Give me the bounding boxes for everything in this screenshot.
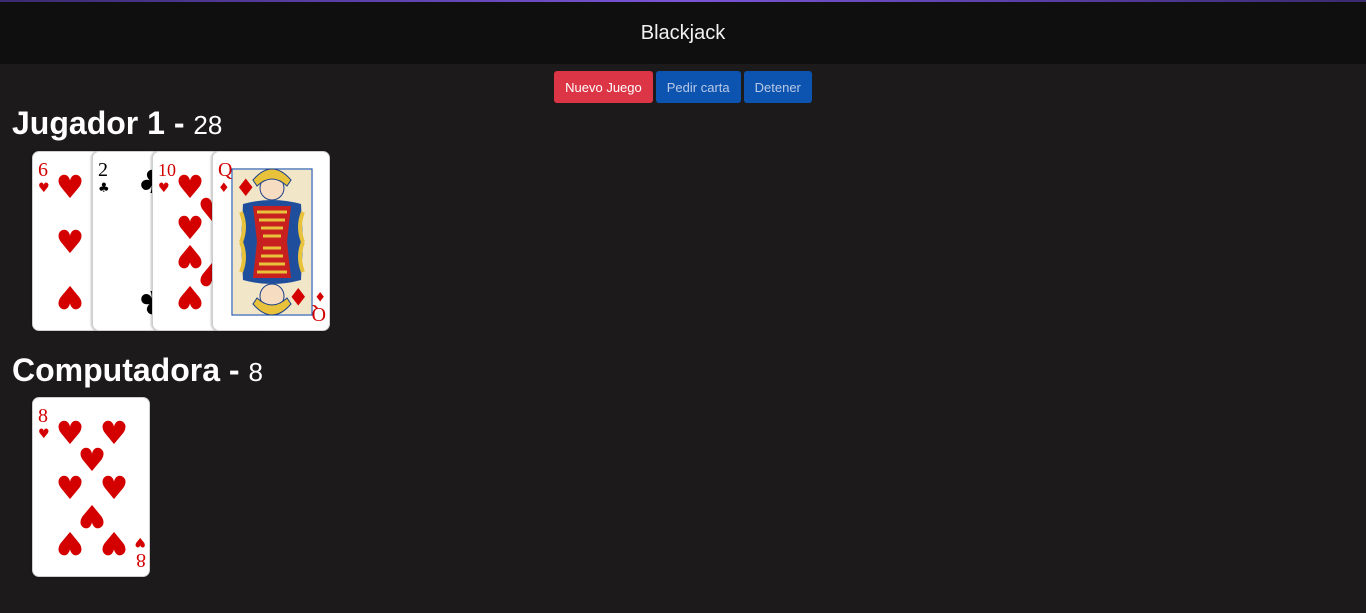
playing-card-Q-diamonds: Q ♦ Q ♦ ♦ ♦	[212, 151, 330, 331]
playing-card-8-hearts: 8 ♥ 8 ♥ ♥ ♥ ♥ ♥ ♥ ♥ ♥ ♥	[32, 397, 150, 577]
suit-icon: ♥	[38, 427, 50, 442]
suit-icon: ♥	[38, 181, 50, 196]
pip-hearts-icon: ♥	[56, 524, 85, 562]
app-header: Blackjack	[0, 2, 1366, 64]
pip-hearts-icon: ♥	[56, 278, 85, 316]
svg-text:Q: Q	[311, 303, 326, 325]
card-rank: 2	[98, 159, 108, 181]
player-separator: -	[164, 105, 194, 141]
svg-text:♦: ♦	[287, 282, 309, 310]
pip-hearts-icon: ♥	[56, 168, 85, 206]
hit-button[interactable]: Pedir carta	[655, 71, 741, 103]
svg-text:♦: ♦	[235, 174, 257, 202]
card-rank: 6	[38, 159, 48, 181]
computer-separator: -	[220, 352, 249, 388]
svg-text:♦: ♦	[314, 288, 326, 303]
pip-hearts-icon: ♥	[176, 278, 205, 316]
card-rank: 10	[158, 160, 176, 180]
card-rank: 8	[38, 405, 48, 427]
computer-score: 8	[248, 357, 263, 387]
page-title: Blackjack	[640, 21, 726, 44]
player-score: 28	[193, 110, 223, 140]
card-rank: Q	[218, 159, 233, 181]
game-controls: Nuevo Juego Pedir carta Detener	[0, 71, 1366, 103]
suit-icon: ♥	[158, 181, 170, 196]
pip-hearts-icon: ♥	[100, 524, 129, 562]
suit-icon: ♣	[98, 181, 110, 196]
new-game-button[interactable]: Nuevo Juego	[554, 71, 653, 103]
pip-hearts-icon: ♥	[56, 223, 85, 261]
computer-hand: 8 ♥ 8 ♥ ♥ ♥ ♥ ♥ ♥ ♥ ♥ ♥	[32, 397, 152, 579]
player-heading: Jugador 1 - 28	[12, 105, 222, 142]
svg-text:♥: ♥	[134, 534, 146, 549]
computer-heading: Computadora - 8	[12, 352, 263, 389]
suit-icon: ♦	[218, 181, 230, 196]
face-card-art: ♦♦	[233, 168, 311, 316]
stand-button[interactable]: Detener	[743, 71, 812, 103]
player-name: Jugador 1	[12, 105, 165, 141]
computer-name: Computadora	[12, 352, 220, 388]
svg-text:8: 8	[136, 549, 146, 571]
player-hand: 6♥6♥♥♥♥♥♥♥2♣2♣♣♣10♥10♥♥♥♥♥♥♥♥♥♥♥Q♦Q♦♦♦	[32, 151, 332, 333]
